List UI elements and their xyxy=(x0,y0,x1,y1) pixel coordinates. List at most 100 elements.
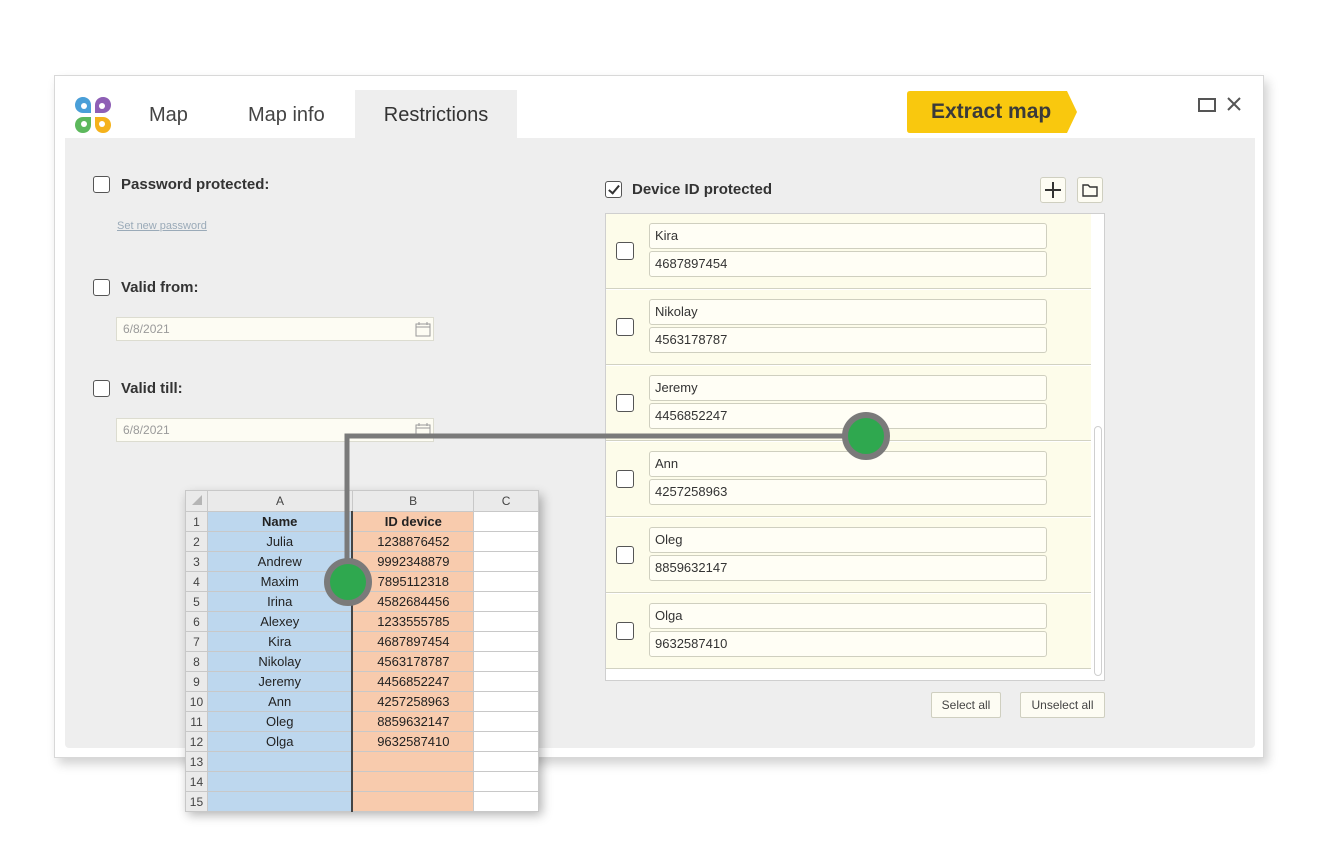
cell-id[interactable] xyxy=(351,771,475,792)
row-number[interactable]: 12 xyxy=(185,731,208,752)
row-number[interactable]: 15 xyxy=(185,791,208,812)
cell-name[interactable]: Jeremy xyxy=(206,671,354,692)
cell-empty[interactable] xyxy=(473,771,539,792)
row-number[interactable]: 5 xyxy=(185,591,208,612)
cell-empty[interactable] xyxy=(473,631,539,652)
cell-id[interactable]: 8859632147 xyxy=(351,711,475,732)
cell-name[interactable] xyxy=(206,791,354,812)
device-row-checkbox[interactable] xyxy=(616,242,634,260)
unselect-all-button[interactable]: Unselect all xyxy=(1020,692,1105,718)
cell-name[interactable]: Olga xyxy=(206,731,354,752)
row-number[interactable]: 4 xyxy=(185,571,208,592)
cell-name[interactable] xyxy=(206,751,354,772)
cell-id[interactable] xyxy=(351,791,475,812)
device-name-field[interactable]: Olga xyxy=(649,603,1047,629)
cell-empty[interactable] xyxy=(473,691,539,712)
column-header-c[interactable]: C xyxy=(473,490,539,512)
cell-id[interactable]: 4687897454 xyxy=(351,631,475,652)
device-name-field[interactable]: Jeremy xyxy=(649,375,1047,401)
cell-name[interactable]: Nikolay xyxy=(206,651,354,672)
cell-id[interactable]: 9992348879 xyxy=(351,551,475,572)
valid-till-date-input[interactable]: 6/8/2021 xyxy=(116,418,434,442)
cell-id[interactable] xyxy=(351,751,475,772)
row-number[interactable]: 2 xyxy=(185,531,208,552)
cell-name[interactable]: Oleg xyxy=(206,711,354,732)
cell-id-header[interactable]: ID device xyxy=(351,511,475,532)
device-row-checkbox[interactable] xyxy=(616,394,634,412)
row-number[interactable]: 14 xyxy=(185,771,208,792)
row-number[interactable]: 3 xyxy=(185,551,208,572)
calendar-icon[interactable] xyxy=(415,422,431,438)
device-list-scrollbar[interactable] xyxy=(1094,426,1102,676)
cell-empty[interactable] xyxy=(473,571,539,592)
row-number[interactable]: 11 xyxy=(185,711,208,732)
valid-from-checkbox[interactable] xyxy=(93,279,110,296)
cell-empty[interactable] xyxy=(473,671,539,692)
cell-name-header[interactable]: Name xyxy=(206,511,354,532)
cell-empty[interactable] xyxy=(473,751,539,772)
password-checkbox[interactable] xyxy=(93,176,110,193)
cell-id[interactable]: 9632587410 xyxy=(351,731,475,752)
tab-restrictions[interactable]: Restrictions xyxy=(355,90,517,138)
column-header-b[interactable]: B xyxy=(351,490,475,512)
cell-name[interactable]: Kira xyxy=(206,631,354,652)
extract-map-button[interactable]: Extract map xyxy=(907,91,1077,133)
device-row-checkbox[interactable] xyxy=(616,470,634,488)
close-icon[interactable] xyxy=(1227,97,1241,111)
device-id-field[interactable]: 4257258963 xyxy=(649,479,1047,505)
calendar-icon[interactable] xyxy=(415,321,431,337)
device-id-field[interactable]: 4563178787 xyxy=(649,327,1047,353)
row-number[interactable]: 10 xyxy=(185,691,208,712)
device-name-field[interactable]: Nikolay xyxy=(649,299,1047,325)
cell-name[interactable]: Andrew xyxy=(206,551,354,572)
cell-id[interactable]: 1238876452 xyxy=(351,531,475,552)
device-id-field[interactable]: 4687897454 xyxy=(649,251,1047,277)
cell-empty[interactable] xyxy=(473,651,539,672)
set-new-password-link[interactable]: Set new password xyxy=(117,220,207,232)
add-device-button[interactable] xyxy=(1040,177,1066,203)
device-row-checkbox[interactable] xyxy=(616,622,634,640)
row-number[interactable]: 6 xyxy=(185,611,208,632)
cell-name[interactable]: Irina xyxy=(206,591,354,612)
select-all-button[interactable]: Select all xyxy=(931,692,1001,718)
open-file-button[interactable] xyxy=(1077,177,1103,203)
cell-name[interactable] xyxy=(206,771,354,792)
row-number[interactable]: 8 xyxy=(185,651,208,672)
cell-id[interactable]: 1233555785 xyxy=(351,611,475,632)
device-id-field[interactable]: 9632587410 xyxy=(649,631,1047,657)
device-id-field[interactable]: 8859632147 xyxy=(649,555,1047,581)
cell-name[interactable]: Ann xyxy=(206,691,354,712)
cell-id[interactable]: 4563178787 xyxy=(351,651,475,672)
cell-empty[interactable] xyxy=(473,731,539,752)
cell-empty[interactable] xyxy=(473,551,539,572)
device-row-checkbox[interactable] xyxy=(616,318,634,336)
device-name-field[interactable]: Oleg xyxy=(649,527,1047,553)
cell-empty[interactable] xyxy=(473,611,539,632)
device-id-checkbox[interactable] xyxy=(605,181,622,198)
cell-empty[interactable] xyxy=(473,791,539,812)
cell-id[interactable]: 4257258963 xyxy=(351,691,475,712)
tab-map-info[interactable]: Map info xyxy=(248,90,325,138)
device-row-checkbox[interactable] xyxy=(616,546,634,564)
row-number[interactable]: 1 xyxy=(185,511,208,532)
row-number[interactable]: 13 xyxy=(185,751,208,772)
cell-empty[interactable] xyxy=(473,591,539,612)
device-name-field[interactable]: Ann xyxy=(649,451,1047,477)
cell-empty[interactable] xyxy=(473,511,539,532)
cell-empty[interactable] xyxy=(473,531,539,552)
cell-name[interactable]: Maxim xyxy=(206,571,354,592)
row-number[interactable]: 7 xyxy=(185,631,208,652)
device-name-field[interactable]: Kira xyxy=(649,223,1047,249)
valid-till-checkbox[interactable] xyxy=(93,380,110,397)
cell-name[interactable]: Alexey xyxy=(206,611,354,632)
select-all-corner[interactable] xyxy=(185,490,208,512)
device-id-field[interactable]: 4456852247 xyxy=(649,403,1047,429)
maximize-icon[interactable] xyxy=(1198,98,1216,112)
cell-id[interactable]: 4582684456 xyxy=(351,591,475,612)
cell-id[interactable]: 7895112318 xyxy=(351,571,475,592)
column-header-a[interactable]: A xyxy=(206,490,353,512)
tab-map[interactable]: Map xyxy=(149,90,188,138)
cell-empty[interactable] xyxy=(473,711,539,732)
cell-name[interactable]: Julia xyxy=(206,531,354,552)
valid-from-date-input[interactable]: 6/8/2021 xyxy=(116,317,434,341)
